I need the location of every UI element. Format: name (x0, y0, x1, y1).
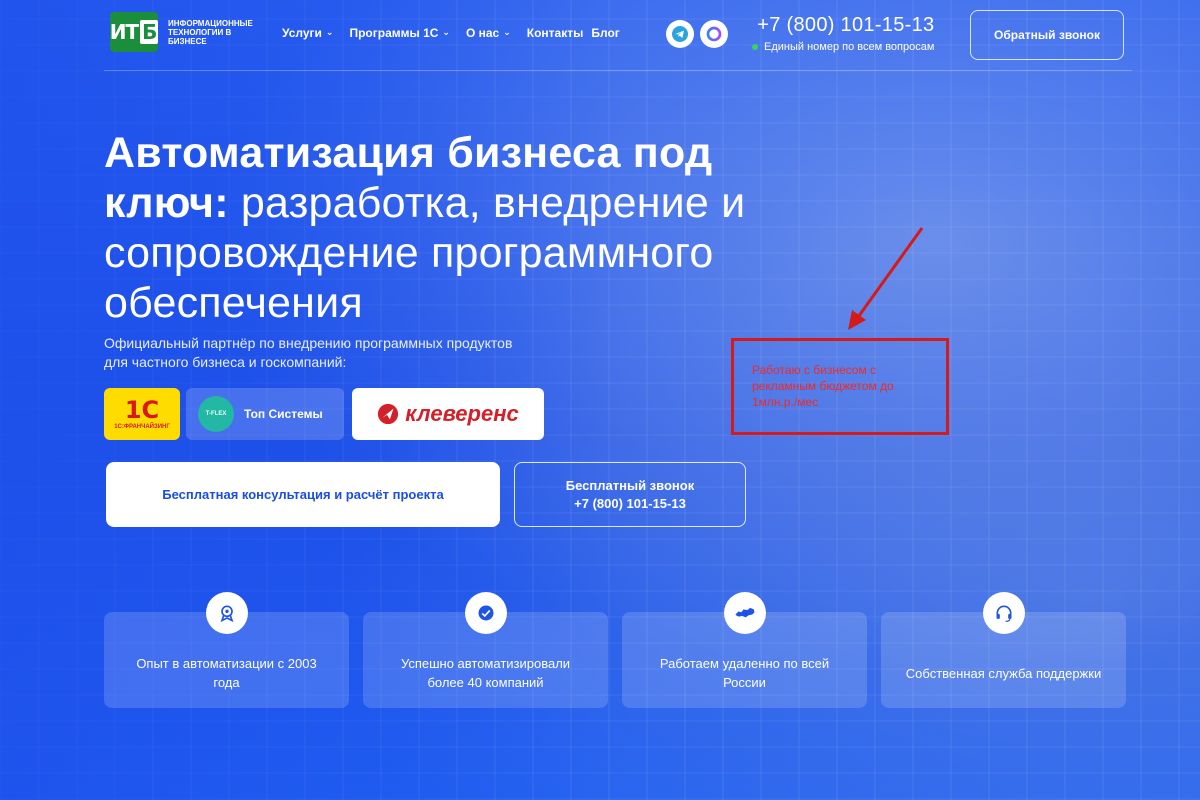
phone-caption: Единый номер по всем вопросам (752, 41, 934, 53)
hero-title: Автоматизация бизнеса под ключ: разработ… (104, 129, 746, 327)
online-dot-icon (752, 44, 758, 50)
annotation-text: Работаю с бизнесом с рекламным бюджетом … (752, 363, 894, 409)
partner-kleverens: клеверенс (352, 388, 544, 440)
telegram-icon[interactable] (666, 20, 694, 48)
nav-item-contacts[interactable]: Контакты (527, 26, 584, 40)
free-call-button[interactable]: Бесплатный звонок +7 (800) 101-15-13 (514, 462, 746, 527)
hero-subtitle: Официальный партнёр по внедрению програм… (104, 335, 513, 370)
free-consultation-button[interactable]: Бесплатная консультация и расчёт проекта (106, 462, 500, 527)
nav-item-services[interactable]: Услуги ⌄ (282, 26, 333, 40)
logo-text: ИНФОРМАЦИОННЫЕ ТЕХНОЛОГИИ в БИЗНЕСЕ (168, 18, 253, 46)
chevron-down-icon: ⌄ (325, 26, 334, 37)
partner-top-systems: T-FLEX Топ Системы (186, 388, 344, 440)
phone-block: +7 (800) 101-15-13 Единый номер по всем … (752, 14, 934, 53)
partner-1c-logo: 1С 1С:ФРАНЧАЙЗИНГ (104, 388, 180, 440)
feature-cards: Опыт в автоматизации с 2003 года Успешно… (104, 592, 1126, 708)
russia-map-icon (723, 592, 766, 634)
nav-item-about[interactable]: О нас ⌄ (466, 26, 511, 40)
social-telegram[interactable] (666, 20, 694, 48)
header-phone[interactable]: +7 (800) 101-15-13 (752, 14, 934, 37)
chevron-down-icon: ⌄ (503, 26, 511, 37)
tflex-badge-icon: T-FLEX (198, 396, 234, 432)
partner-logos: 1С 1С:ФРАНЧАЙЗИНГ T-FLEX Топ Системы кле… (104, 388, 544, 440)
feature-card: Опыт в автоматизации с 2003 года (104, 592, 349, 708)
nav-item-programs-1c[interactable]: Программы 1С ⌄ (349, 26, 450, 40)
site-header: ИТ Б ИНФОРМАЦИОННЫЕ ТЕХНОЛОГИИ в БИЗНЕСЕ … (0, 0, 1200, 72)
medal-icon (205, 592, 248, 634)
callback-button[interactable]: Обратный звонок (970, 10, 1124, 60)
site-logo[interactable]: ИТ Б ИНФОРМАЦИОННЫЕ ТЕХНОЛОГИИ в БИЗНЕСЕ (110, 12, 268, 52)
social-max[interactable] (700, 20, 728, 48)
chevron-down-icon: ⌄ (442, 26, 450, 37)
check-badge-icon (464, 592, 507, 634)
feature-card: Работаем удаленно по всей России (622, 592, 867, 708)
logo-mark: ИТ Б (110, 12, 159, 52)
main-nav: Услуги ⌄ Программы 1С ⌄ О нас ⌄ Контакты Бл… (282, 26, 620, 40)
annotation-arrow-icon (848, 227, 924, 330)
nav-item-blog[interactable]: Блог (591, 26, 619, 40)
header-divider (104, 70, 1132, 71)
max-messenger-icon[interactable] (700, 20, 728, 48)
headset-icon (982, 592, 1025, 634)
feature-card: Успешно автоматизировали более 40 компан… (363, 592, 608, 708)
kleverens-arrow-icon (378, 403, 399, 425)
feature-card: Собственная служба поддержки (881, 592, 1126, 708)
